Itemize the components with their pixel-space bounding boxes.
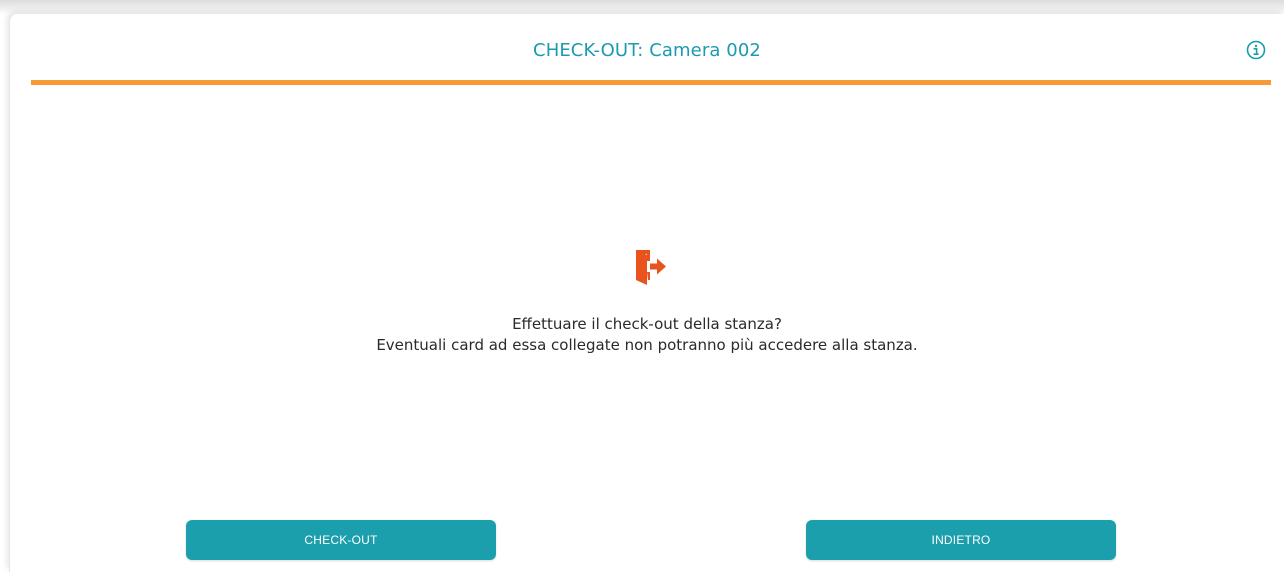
checkout-dialog: CHECK-OUT: Camera 002 Effettuare il chec…	[9, 14, 1284, 572]
checkout-button[interactable]: CHECK-OUT	[186, 520, 496, 560]
message-line-2: Eventuali card ad essa collegate non pot…	[376, 336, 918, 354]
door-exit-icon	[636, 250, 666, 285]
screen: CHECK-OUT: Camera 002 Effettuare il chec…	[0, 0, 1284, 572]
message-line-1: Effettuare il check-out della stanza?	[512, 315, 782, 333]
info-circle-icon[interactable]	[1246, 40, 1266, 60]
confirmation-message: Effettuare il check-out della stanza? Ev…	[10, 314, 1284, 356]
back-button[interactable]: INDIETRO	[806, 520, 1116, 560]
dialog-title: CHECK-OUT: Camera 002	[533, 40, 761, 61]
title-underline	[31, 80, 1271, 85]
